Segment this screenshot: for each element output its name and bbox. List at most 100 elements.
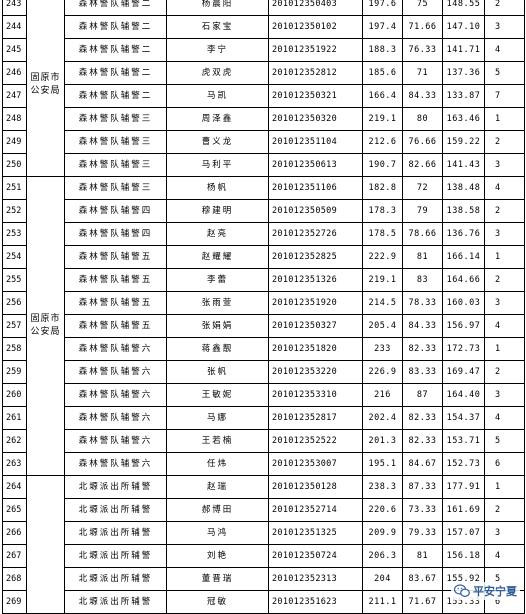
total-score-cell: 147.10 [442, 15, 485, 39]
rank-cell: 3 [484, 383, 525, 407]
wechat-logo-icon [454, 584, 470, 598]
table-row: 253 森林警队辅警四 赵亮 201012352726 178.5 78.66 136.76… [2, 222, 525, 246]
row-number-cell: 251 [2, 176, 27, 200]
watermark: 平安宁夏 [451, 582, 520, 600]
interview-score-cell: 79.33 [402, 521, 443, 545]
rank-cell: 4 [484, 406, 525, 430]
position-cell: 北塬派出所辅警 [64, 567, 167, 591]
row-number-cell: 256 [2, 291, 27, 315]
row-number-cell: 262 [2, 429, 27, 453]
total-score-cell: 141.71 [442, 38, 485, 62]
rank-cell: 4 [484, 314, 525, 338]
name-cell: 冠敏 [166, 590, 269, 614]
exam-id-cell: 201012350613 [268, 153, 363, 177]
written-score-cell: 197.6 [362, 0, 403, 16]
exam-id-cell: 201012350509 [268, 199, 363, 223]
interview-score-cell: 71.66 [402, 15, 443, 39]
results-table: 243 固原市公安局 森林警队辅警二 杨晨阳 201012350403 197.6 75 14… [2, 0, 525, 614]
interview-score-cell: 84.33 [402, 84, 443, 108]
interview-score-cell: 82.33 [402, 406, 443, 430]
position-cell: 森林警队辅警三 [64, 176, 167, 200]
table-row: 261 森林警队辅警六 马娜 201012352817 202.4 82.33 154.37… [2, 406, 525, 430]
position-cell: 森林警队辅警四 [64, 199, 167, 223]
interview-score-cell: 73.33 [402, 498, 443, 522]
row-number-cell: 248 [2, 107, 27, 131]
exam-id-cell: 201012351104 [268, 130, 363, 154]
rank-cell: 1 [484, 245, 525, 269]
exam-id-cell: 201012351106 [268, 176, 363, 200]
total-score-cell: 156.97 [442, 314, 485, 338]
row-number-cell: 249 [2, 130, 27, 154]
written-score-cell: 205.4 [362, 314, 403, 338]
total-score-cell: 152.73 [442, 452, 485, 476]
interview-score-cell: 83 [402, 268, 443, 292]
interview-score-cell: 83.67 [402, 567, 443, 591]
name-cell: 周泽鑫 [166, 107, 269, 131]
written-score-cell: 238.3 [362, 475, 403, 499]
interview-score-cell: 83.33 [402, 360, 443, 384]
exam-id-cell: 201012350327 [268, 314, 363, 338]
rank-cell: 5 [484, 61, 525, 85]
name-cell: 刘艳 [166, 544, 269, 568]
interview-score-cell: 78.33 [402, 291, 443, 315]
rank-cell: 2 [484, 498, 525, 522]
position-cell: 森林警队辅警四 [64, 222, 167, 246]
position-cell: 森林警队辅警三 [64, 107, 167, 131]
position-cell: 北塬派出所辅警 [64, 590, 167, 614]
interview-score-cell: 75 [402, 0, 443, 16]
rank-cell: 1 [484, 107, 525, 131]
table-row: 260 森林警队辅警六 王敏妮 201012353310 216 87 164.40 3 [2, 383, 525, 407]
name-cell: 马娜 [166, 406, 269, 430]
written-score-cell: 182.8 [362, 176, 403, 200]
table-row: 252 森林警队辅警四 穆建明 201012350509 178.3 79 138.58 2 [2, 199, 525, 223]
written-score-cell: 216 [362, 383, 403, 407]
position-cell: 森林警队辅警五 [64, 245, 167, 269]
table-row: 266 北塬派出所辅警 马鸿 201012351325 209.9 79.33 157.07… [2, 521, 525, 545]
row-number-cell: 245 [2, 38, 27, 62]
exam-id-cell: 201012351326 [268, 268, 363, 292]
position-cell: 森林警队辅警五 [64, 291, 167, 315]
row-number-cell: 267 [2, 544, 27, 568]
name-cell: 赵耀耀 [166, 245, 269, 269]
rank-cell: 2 [484, 0, 525, 16]
exam-id-cell: 201012352714 [268, 498, 363, 522]
exam-id-cell: 201012352726 [268, 222, 363, 246]
name-cell: 董晋瑞 [166, 567, 269, 591]
interview-score-cell: 82.33 [402, 429, 443, 453]
row-number-cell: 254 [2, 245, 27, 269]
name-cell: 马利平 [166, 153, 269, 177]
name-cell: 张娟娟 [166, 314, 269, 338]
written-score-cell: 202.4 [362, 406, 403, 430]
position-cell: 北塬派出所辅警 [64, 521, 167, 545]
exam-id-cell: 201012350128 [268, 475, 363, 499]
written-score-cell: 220.6 [362, 498, 403, 522]
name-cell: 张雨萱 [166, 291, 269, 315]
total-score-cell: 148.55 [442, 0, 485, 16]
table-row: 263 森林警队辅警六 任炜 201012353007 195.1 84.67 152.73… [2, 452, 525, 476]
unit-cell: 固原市公安局 [26, 0, 65, 177]
position-cell: 森林警队辅警二 [64, 38, 167, 62]
row-number-cell: 246 [2, 61, 27, 85]
written-score-cell: 209.9 [362, 521, 403, 545]
exam-id-cell: 201012352812 [268, 61, 363, 85]
exam-id-cell: 201012352817 [268, 406, 363, 430]
name-cell: 蒋鑫靓 [166, 337, 269, 361]
position-cell: 森林警队辅警六 [64, 383, 167, 407]
interview-score-cell: 71.67 [402, 590, 443, 614]
written-score-cell: 178.3 [362, 199, 403, 223]
row-number-cell: 260 [2, 383, 27, 407]
written-score-cell: 204 [362, 567, 403, 591]
name-cell: 李蕾 [166, 268, 269, 292]
row-number-cell: 255 [2, 268, 27, 292]
table-row: 251 固原市公安局 森林警队辅警三 杨帆 201012351106 182.8 72 138… [2, 176, 525, 476]
table-row: 245 森林警队辅警二 李宁 201012351922 188.3 76.33 141.71… [2, 38, 525, 62]
exam-id-cell: 201012350320 [268, 107, 363, 131]
position-cell: 北塬派出所辅警 [64, 498, 167, 522]
interview-score-cell: 72 [402, 176, 443, 200]
row-number-cell: 261 [2, 406, 27, 430]
rank-cell: 3 [484, 291, 525, 315]
total-score-cell: 161.69 [442, 498, 485, 522]
position-cell: 森林警队辅警六 [64, 429, 167, 453]
interview-score-cell: 76.66 [402, 130, 443, 154]
written-score-cell: 226.9 [362, 360, 403, 384]
